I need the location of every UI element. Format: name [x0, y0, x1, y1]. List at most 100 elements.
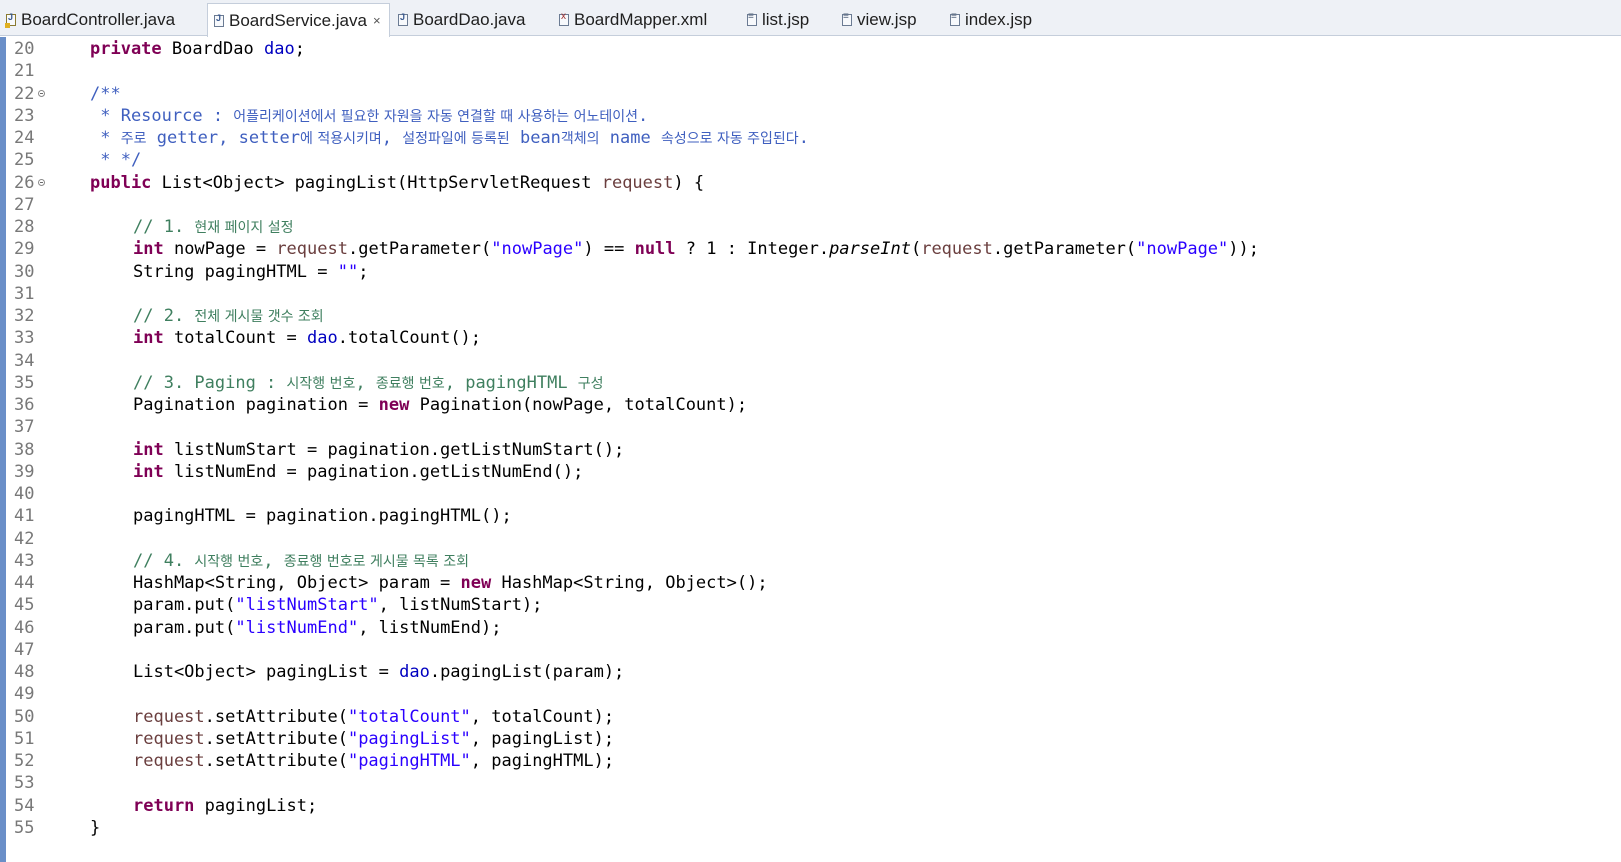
code-token: .getParameter( — [992, 239, 1137, 260]
code-line[interactable]: public List<Object> pagingList(HttpServle… — [90, 172, 704, 194]
code-token: )); — [1228, 239, 1259, 260]
line-number: 53 — [14, 773, 35, 794]
line-number: 32 — [14, 306, 35, 326]
code-line[interactable]: int nowPage = request.getParameter("nowP… — [133, 238, 1259, 260]
tab-boardservice-java[interactable]: BoardService.java × — [207, 3, 390, 37]
code-line[interactable]: param.put("listNumStart", listNumStart); — [133, 594, 542, 616]
line-number: 31 — [14, 283, 35, 304]
fold-collapse-icon[interactable] — [38, 178, 45, 186]
code-token: ( — [910, 239, 922, 260]
code-token: request — [133, 751, 205, 771]
code-token: . — [637, 105, 649, 126]
code-token: ; — [294, 39, 305, 59]
code-line[interactable]: * Resource : 어플리케이션에서 필요한 자원을 자동 연결할 때 사… — [90, 105, 648, 127]
code-token: , listNumEnd); — [358, 617, 502, 638]
code-token: "listNumEnd" — [235, 617, 359, 638]
line-number: 40 — [14, 484, 35, 504]
code-token: ) == — [583, 239, 635, 260]
code-line[interactable]: } — [90, 817, 100, 839]
line-number: 20 — [14, 39, 35, 59]
code-line[interactable]: int listNumEnd = pagination.getListNumEn… — [133, 461, 583, 483]
code-token: , listNumStart); — [378, 595, 543, 616]
tab-label: index.jsp — [965, 9, 1033, 29]
line-number: 23 — [14, 105, 35, 126]
code-token: .pagingList(param); — [429, 662, 625, 682]
code-token: ) { — [673, 172, 705, 193]
code-token: "pagingList" — [347, 728, 471, 749]
code-line[interactable]: Pagination pagination = new Pagination(n… — [133, 394, 747, 416]
code-line[interactable]: // 3. Paging : 시작행 번호, 종료행 번호, pagingHTM… — [133, 372, 604, 394]
line-number: 41 — [14, 506, 35, 527]
code-token: listNumEnd = pagination.getListNumEnd(); — [163, 461, 584, 482]
code-line[interactable]: // 2. 전체 게시물 갯수 조회 — [133, 305, 324, 327]
code-token: dao — [307, 328, 338, 349]
code-token: 전체 게시물 갯수 조회 — [194, 309, 324, 325]
tab-boardmapper-xml[interactable]: BoardMapper.xml — [553, 3, 738, 36]
line-number: 38 — [14, 439, 35, 460]
code-line[interactable]: request.setAttribute("pagingList", pagin… — [133, 728, 614, 750]
code-line[interactable]: return pagingList; — [133, 795, 317, 817]
code-line[interactable]: /** — [90, 83, 121, 105]
code-line[interactable]: int totalCount = dao.totalCount(); — [133, 327, 481, 349]
code-line[interactable]: private BoardDao dao; — [90, 38, 305, 60]
line-number: 33 — [14, 328, 35, 349]
code-token: , — [381, 128, 403, 148]
tab-boarddao-java[interactable]: BoardDao.java — [392, 3, 550, 36]
code-token: Pagination(nowPage, totalCount); — [409, 395, 748, 415]
code-token: .getParameter( — [347, 239, 492, 260]
code-token: new — [378, 395, 410, 415]
code-line[interactable]: request.setAttribute("pagingHTML", pagin… — [133, 750, 614, 772]
code-token: , pagingList); — [470, 728, 615, 749]
code-token: parseInt — [829, 239, 911, 260]
line-number: 35 — [14, 372, 35, 393]
tab-label: list.jsp — [762, 9, 810, 29]
code-token: null — [634, 239, 676, 260]
line-number: 22 — [14, 83, 35, 104]
code-token: request — [133, 706, 205, 727]
code-token: List<Object> pagingList = — [133, 662, 400, 682]
code-token: pagingList; — [194, 795, 318, 816]
code-token: int — [133, 461, 164, 482]
line-number: 29 — [14, 239, 35, 260]
line-number-gutter: 20 21 22 23 24 25 26 27 28 29 30 31 32 33 34 35 36 37 38 39… — [6, 37, 50, 862]
code-token: 종료행 번호 — [375, 375, 445, 392]
tab-view-jsp[interactable]: view.jsp — [836, 3, 941, 36]
fold-collapse-icon[interactable] — [38, 89, 45, 97]
code-token: name — [599, 128, 661, 148]
jsp-file-icon — [842, 11, 852, 26]
code-token: dao — [263, 39, 295, 59]
jsp-file-icon — [950, 11, 960, 26]
code-token: .setAttribute( — [204, 751, 348, 771]
code-line[interactable]: int listNumStart = pagination.getListNum… — [133, 439, 624, 461]
tab-label: BoardController.java — [21, 9, 176, 29]
code-token: request — [276, 239, 348, 260]
code-token: String pagingHTML = — [133, 261, 338, 282]
java-file-icon — [214, 13, 224, 27]
code-line[interactable]: List<Object> pagingList = dao.pagingList… — [133, 661, 624, 683]
line-number: 55 — [14, 817, 35, 838]
code-token: HashMap<String, Object>(); — [491, 573, 768, 593]
code-line[interactable]: // 4. 시작행 번호, 종료행 번호로 게시물 목록 조회 — [133, 550, 469, 572]
tab-index-jsp[interactable]: index.jsp — [944, 3, 1042, 36]
code-line[interactable]: * */ — [90, 149, 141, 171]
code-editor[interactable]: private BoardDao dao; /** * Resource : 어플리… — [90, 37, 1621, 862]
code-token: 현재 페이지 설정 — [194, 220, 294, 236]
code-line[interactable]: request.setAttribute("totalCount", total… — [133, 706, 614, 728]
line-number: 21 — [14, 61, 35, 82]
code-line[interactable]: String pagingHTML = ""; — [133, 261, 368, 283]
code-token: 주로 — [120, 131, 147, 147]
code-token: * */ — [90, 150, 142, 171]
code-line[interactable]: param.put("listNumEnd", listNumEnd); — [133, 617, 501, 639]
code-line[interactable]: * 주로 getter, setter에 적용시키며, 설정파일에 등록된 be… — [90, 127, 809, 149]
tab-list-jsp[interactable]: list.jsp — [741, 3, 833, 36]
line-number: 44 — [14, 573, 35, 593]
code-line[interactable]: pagingHTML = pagination.pagingHTML(); — [133, 505, 512, 527]
code-token: List<Object> pagingList(HttpServletReque… — [161, 172, 602, 193]
code-token: param.put( — [133, 617, 236, 638]
code-line[interactable]: // 1. 현재 페이지 설정 — [133, 216, 293, 238]
tab-boardcontroller-java[interactable]: BoardController.java — [0, 3, 200, 36]
line-number: 43 — [14, 550, 35, 571]
code-line[interactable]: HashMap<String, Object> param = new Hash… — [133, 572, 768, 594]
line-number: 42 — [14, 528, 35, 549]
close-tab-icon[interactable]: × — [373, 13, 381, 28]
